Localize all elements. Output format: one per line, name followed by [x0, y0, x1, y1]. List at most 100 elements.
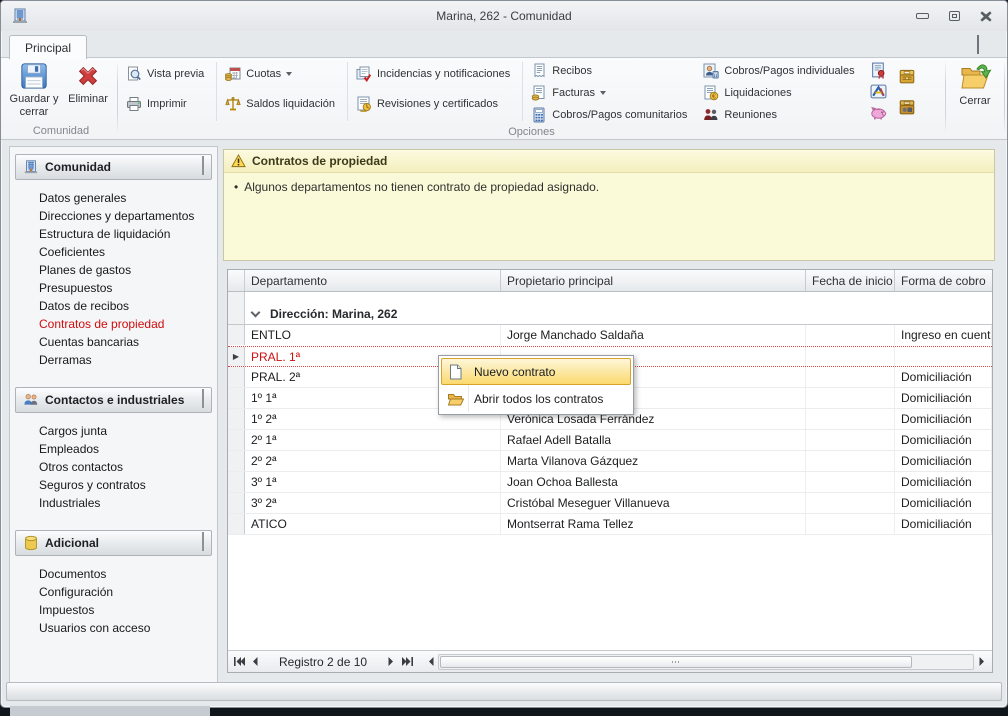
cell-propietario: Cristóbal Meseguer Villanueva: [501, 493, 806, 513]
sidebar-item-impuestos[interactable]: Impuestos: [10, 601, 217, 619]
cell-propietario: Jorge Manchado Saldaña: [501, 325, 806, 345]
row-indicator: [228, 514, 245, 534]
column-header-forma-cobro[interactable]: Forma de cobro: [895, 270, 992, 291]
scroll-right-button[interactable]: [974, 654, 989, 670]
ribbon-group-separator: [1004, 61, 1005, 136]
incidencias-button[interactable]: Incidencias y notificaciones: [354, 64, 516, 84]
table-row[interactable]: ENTLOJorge Manchado SaldañaIngreso en cu…: [228, 325, 992, 346]
reuniones-button[interactable]: Reuniones: [701, 105, 860, 125]
status-bar: [6, 682, 1002, 701]
grid-spacer-row: [228, 292, 992, 303]
calculator-icon: [531, 107, 547, 123]
sidebar-item-cargos-junta[interactable]: Cargos junta: [10, 422, 217, 440]
meeting-people-icon: [703, 107, 719, 123]
ribbon-group-opciones: Vista previa Imprimir: [120, 58, 943, 139]
cell-departamento: 3º 2ª: [245, 493, 501, 513]
group-row-label: Dirección: Marina, 262: [270, 307, 397, 321]
sidebar-item-contratos-de-propiedad[interactable]: Contratos de propiedad: [10, 315, 217, 333]
sidebar-item-direcciones-y-departamentos[interactable]: Direcciones y departamentos: [10, 207, 217, 225]
sidebar-item-planes-de-gastos[interactable]: Planes de gastos: [10, 261, 217, 279]
sidebar-item-coeficientes[interactable]: Coeficientes: [10, 243, 217, 261]
ribbon-group-separator: [117, 61, 118, 136]
grid-group-row[interactable]: Dirección: Marina, 262: [228, 303, 992, 325]
warning-panel-header: Contratos de propiedad: [224, 150, 994, 173]
record-counter: Registro 2 de 10: [279, 655, 367, 669]
record-navigator: Registro 2 de 10: [228, 650, 992, 672]
warning-panel: Contratos de propiedad •Algunos departam…: [223, 149, 995, 261]
column-header-propietario[interactable]: Propietario principal: [501, 270, 806, 291]
minimize-icon: [916, 13, 929, 19]
cell-fecha-inicio: [806, 472, 895, 492]
saldos-liquidacion-button[interactable]: Saldos liquidación: [223, 94, 341, 114]
table-row[interactable]: 2º 1ªRafael Adell BatallaDomiciliación: [228, 430, 992, 451]
table-row[interactable]: 3º 2ªCristóbal Meseguer Villanueva Domici…: [228, 493, 992, 514]
sidebar-item-cuentas-bancarias[interactable]: Cuentas bancarias: [10, 333, 217, 351]
tab-principal[interactable]: Principal: [9, 35, 87, 59]
close-window-button[interactable]: [979, 10, 993, 22]
first-record-button[interactable]: [231, 654, 247, 670]
sidebar-item-seguros-y-contratos[interactable]: Seguros y contratos: [10, 476, 217, 494]
close-button[interactable]: Cerrar: [948, 58, 1002, 108]
sidebar-item-documentos[interactable]: Documentos: [10, 565, 217, 583]
sidebar-item-industriales[interactable]: Industriales: [10, 494, 217, 512]
table-row[interactable]: 2º 2ªMarta Vilanova GázquezDomiciliación: [228, 451, 992, 472]
next-record-button[interactable]: [383, 654, 399, 670]
horizontal-scrollbar: [423, 653, 989, 671]
sidebar-section-comunidad[interactable]: Comunidad: [15, 154, 212, 180]
scroll-left-button[interactable]: [423, 654, 438, 670]
tax-agency-button[interactable]: [868, 82, 890, 102]
table-row[interactable]: ATICOMontserrat Rama TellezDomiciliación: [228, 514, 992, 535]
cell-forma-cobro: [895, 347, 992, 366]
sidebar-item-derramas[interactable]: Derramas: [10, 351, 217, 369]
cuotas-button[interactable]: Cuotas: [223, 64, 341, 84]
sidebar-item-presupuestos[interactable]: Presupuestos: [10, 279, 217, 297]
recibos-button[interactable]: Recibos: [529, 61, 693, 81]
column-header-departamento[interactable]: Departamento: [245, 270, 501, 291]
minimize-button[interactable]: [915, 10, 929, 22]
vista-previa-button[interactable]: Vista previa: [124, 64, 210, 84]
cash-register-alt-button[interactable]: [896, 97, 918, 117]
cell-forma-cobro: Domiciliación: [895, 493, 992, 513]
sidebar-section-adicional[interactable]: Adicional: [15, 530, 212, 556]
window-title: Marina, 262 - Comunidad: [1, 9, 1007, 23]
delete-button[interactable]: Eliminar: [61, 58, 115, 106]
cobros-pagos-individuales-button[interactable]: Cobros/Pagos individuales: [701, 61, 860, 81]
ribbon-group-comunidad: Guardar y cerrar Eliminar Comunidad: [7, 58, 115, 139]
svg-text:€: €: [712, 93, 716, 100]
ribbon-group-label-comunidad: Comunidad: [7, 124, 115, 139]
sidebar-item-datos-generales[interactable]: Datos generales: [10, 189, 217, 207]
scrollbar-thumb[interactable]: [440, 656, 912, 668]
cash-register-button[interactable]: [896, 66, 918, 86]
menu-item-abrir-todos[interactable]: Abrir todos los contratos: [441, 385, 631, 412]
sidebar-section-contactos[interactable]: Contactos e industriales: [15, 387, 212, 413]
menu-item-nuevo-contrato[interactable]: Nuevo contrato: [441, 358, 631, 385]
cell-fecha-inicio: [806, 388, 895, 408]
imprimir-button[interactable]: Imprimir: [124, 94, 210, 114]
sidebar-item-otros-contactos[interactable]: Otros contactos: [10, 458, 217, 476]
cell-forma-cobro: Domiciliación: [895, 409, 992, 429]
last-record-button[interactable]: [399, 654, 415, 670]
sidebar-item-datos-de-recibos[interactable]: Datos de recibos: [10, 297, 217, 315]
sidebar-item-usuarios-con-acceso[interactable]: Usuarios con acceso: [10, 619, 217, 637]
invoice-icon: [531, 85, 547, 101]
previous-record-button[interactable]: [247, 654, 263, 670]
save-and-close-button[interactable]: Guardar y cerrar: [7, 58, 61, 119]
revisiones-button[interactable]: Revisiones y certificados: [354, 94, 516, 114]
cell-departamento: ATICO: [245, 514, 501, 534]
facturas-button[interactable]: Facturas: [529, 83, 693, 103]
certificate-button[interactable]: [868, 61, 890, 81]
scrollbar-track[interactable]: [438, 654, 974, 670]
database-icon: [23, 535, 39, 551]
liquidaciones-button[interactable]: € Liquidaciones: [701, 83, 860, 103]
chevron-up-icon: [202, 391, 204, 409]
sidebar-item-estructura-de-liquidación[interactable]: Estructura de liquidación: [10, 225, 217, 243]
piggy-bank-button[interactable]: [868, 103, 890, 123]
ribbon: Guardar y cerrar Eliminar Comunidad: [1, 57, 1007, 140]
maximize-button[interactable]: [947, 10, 961, 22]
sidebar-item-empleados[interactable]: Empleados: [10, 440, 217, 458]
column-header-fecha-inicio[interactable]: Fecha de inicio: [806, 270, 895, 291]
table-row[interactable]: 3º 1ªJoan Ochoa BallestaDomiciliación: [228, 472, 992, 493]
cell-fecha-inicio: [806, 430, 895, 450]
cobros-pagos-comunitarios-button[interactable]: Cobros/Pagos comunitarios: [529, 105, 693, 125]
sidebar-item-configuración[interactable]: Configuración: [10, 583, 217, 601]
